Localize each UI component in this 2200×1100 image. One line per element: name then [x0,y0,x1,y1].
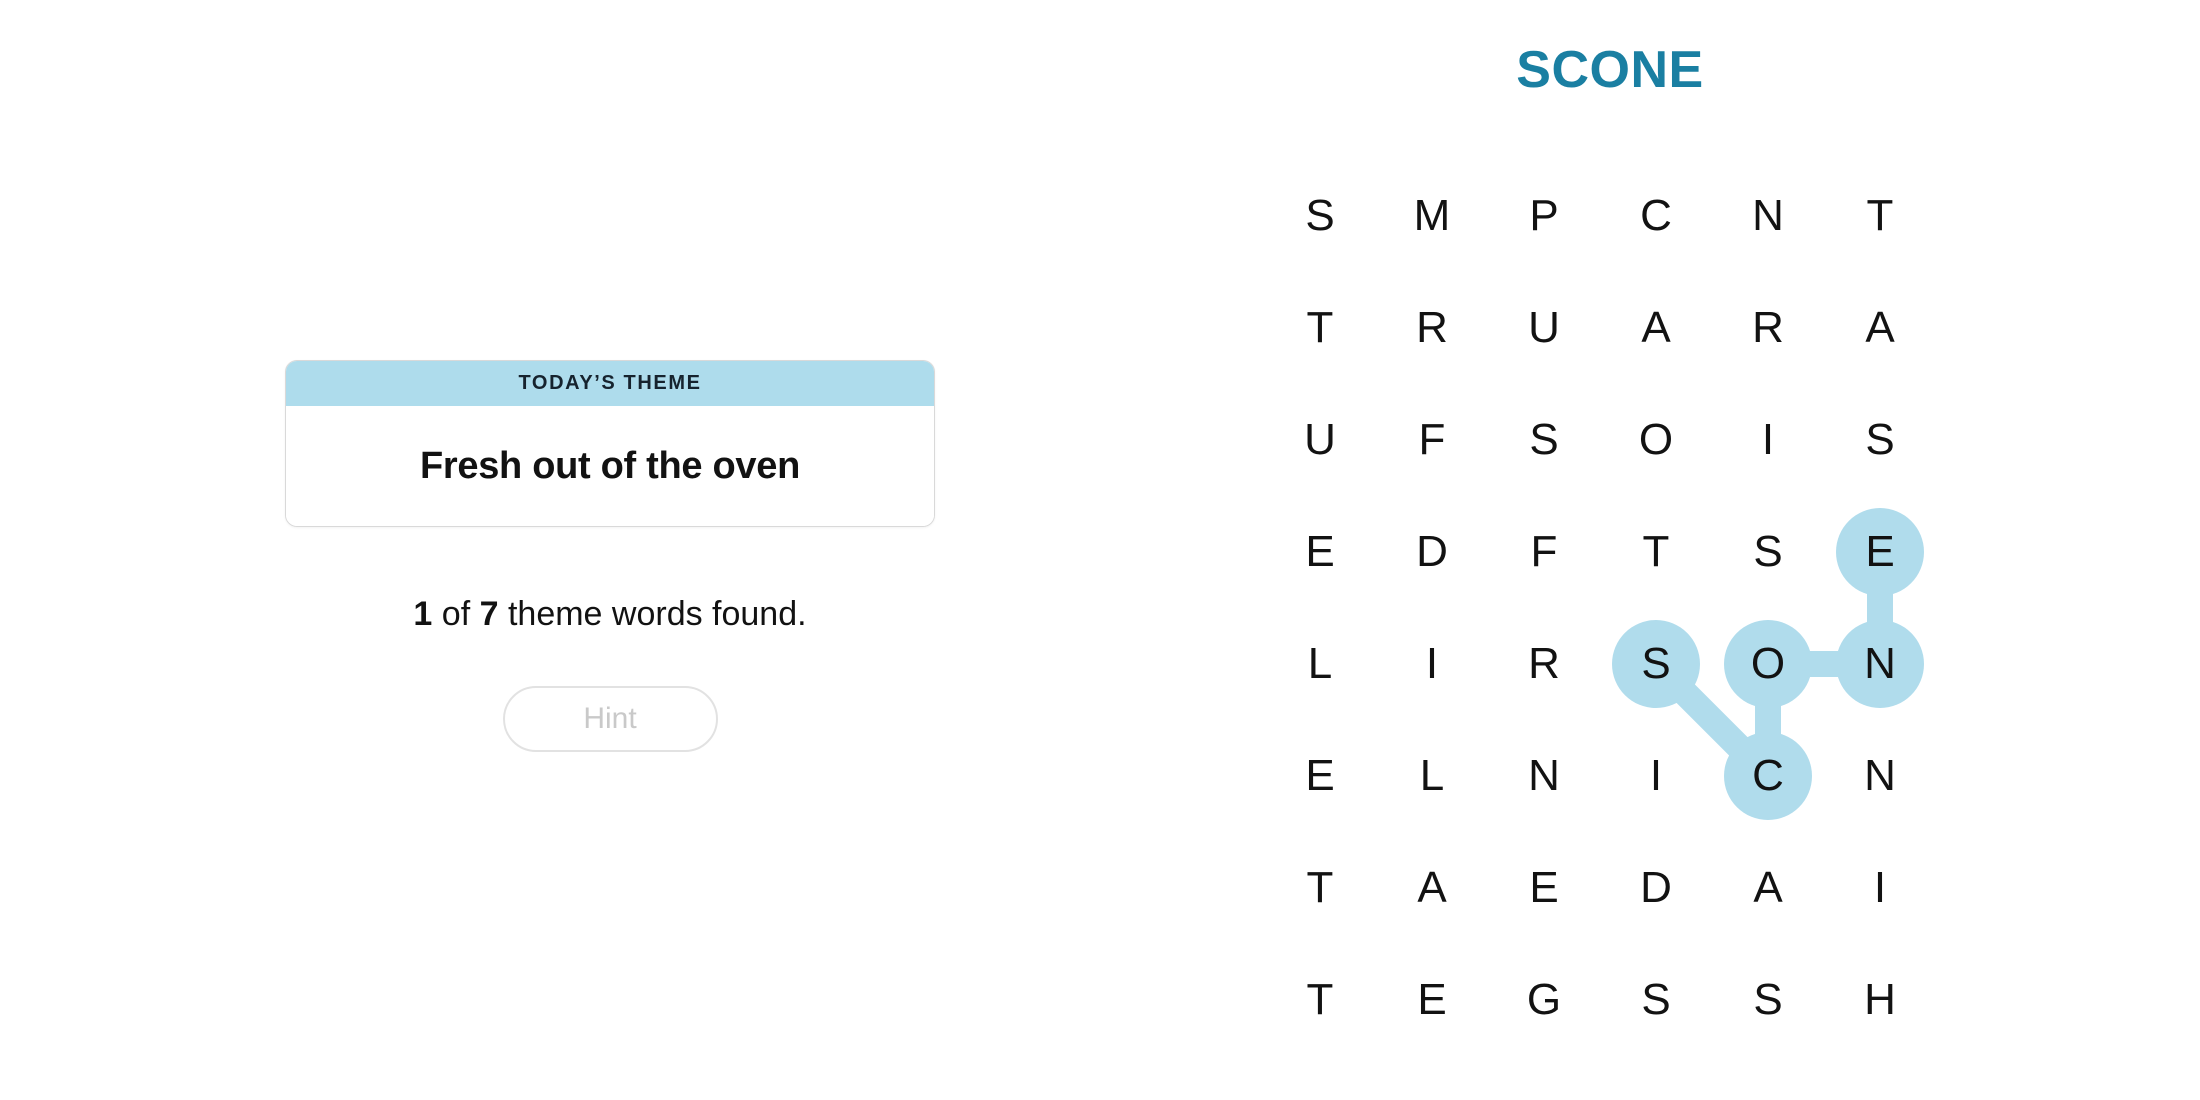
theme-card: TODAY’S THEME Fresh out of the oven [285,360,935,527]
grid-cell[interactable]: E [1376,944,1488,1056]
grid-cell[interactable]: T [1264,272,1376,384]
theme-card-header-label: TODAY’S THEME [286,361,934,406]
grid-cell[interactable]: N [1824,720,1936,832]
grid-cell[interactable]: C [1712,720,1824,832]
grid-cell[interactable]: R [1376,272,1488,384]
grid-cell[interactable]: S [1488,384,1600,496]
grid-cell[interactable]: S [1712,944,1824,1056]
grid-cell[interactable]: S [1600,944,1712,1056]
grid-cell[interactable]: A [1376,832,1488,944]
total-count: 7 [479,595,499,633]
grid-cell[interactable]: D [1376,496,1488,608]
grid-cell[interactable]: L [1376,720,1488,832]
left-info-panel: TODAY’S THEME Fresh out of the oven 1 of… [285,360,935,752]
grid-cell[interactable]: D [1600,832,1712,944]
grid-cell[interactable]: A [1824,272,1936,384]
grid-cell[interactable]: M [1376,160,1488,272]
grid-cell[interactable]: T [1824,160,1936,272]
grid-cell[interactable]: O [1712,608,1824,720]
grid-cell[interactable]: T [1600,496,1712,608]
progress-status: 1 of 7 theme words found. [285,595,935,634]
progress-suffix: theme words found. [498,595,807,633]
hint-button-container: Hint [285,686,935,752]
page-title: SCONE [1516,41,1704,99]
grid-cell[interactable]: I [1824,832,1936,944]
grid-cell[interactable]: U [1264,384,1376,496]
grid-cell[interactable]: A [1712,832,1824,944]
grid-cell[interactable]: N [1488,720,1600,832]
grid-cell[interactable]: E [1264,720,1376,832]
grid-cell[interactable]: N [1712,160,1824,272]
word-search-game: SCONE TODAY’S THEME Fresh out of the ove… [0,0,2200,1100]
grid-cell[interactable]: T [1264,832,1376,944]
grid-cell[interactable]: E [1824,496,1936,608]
grid-cell[interactable]: G [1488,944,1600,1056]
theme-text: Fresh out of the oven [419,444,801,487]
grid-cell[interactable]: I [1712,384,1824,496]
grid-cell[interactable]: I [1600,720,1712,832]
grid-cell[interactable]: I [1376,608,1488,720]
grid-cell[interactable]: S [1824,384,1936,496]
grid-cell[interactable]: R [1488,608,1600,720]
grid-cell[interactable]: A [1600,272,1712,384]
grid-cell[interactable]: O [1600,384,1712,496]
grid-cell[interactable]: E [1264,496,1376,608]
grid-cell[interactable]: R [1712,272,1824,384]
grid-cell[interactable]: U [1488,272,1600,384]
grid-cell[interactable]: T [1264,944,1376,1056]
letter-grid-cells[interactable]: SMPCNTTRUARAUFSOISEDFTSELIRSONELNICNTAED… [1264,160,1936,1056]
grid-cell[interactable]: F [1376,384,1488,496]
grid-cell[interactable]: S [1600,608,1712,720]
grid-cell[interactable]: N [1824,608,1936,720]
grid-cell[interactable]: C [1600,160,1712,272]
grid-cell[interactable]: H [1824,944,1936,1056]
progress-mid: of [432,595,480,633]
grid-cell[interactable]: F [1488,496,1600,608]
grid-cell[interactable]: E [1488,832,1600,944]
theme-card-body: Fresh out of the oven [286,406,934,526]
letter-grid[interactable]: SMPCNTTRUARAUFSOISEDFTSELIRSONELNICNTAED… [1264,160,1936,1056]
grid-cell[interactable]: S [1712,496,1824,608]
grid-cell[interactable]: P [1488,160,1600,272]
found-count: 1 [413,595,433,633]
grid-cell[interactable]: L [1264,608,1376,720]
hint-button[interactable]: Hint [502,686,718,752]
grid-cell[interactable]: S [1264,160,1376,272]
